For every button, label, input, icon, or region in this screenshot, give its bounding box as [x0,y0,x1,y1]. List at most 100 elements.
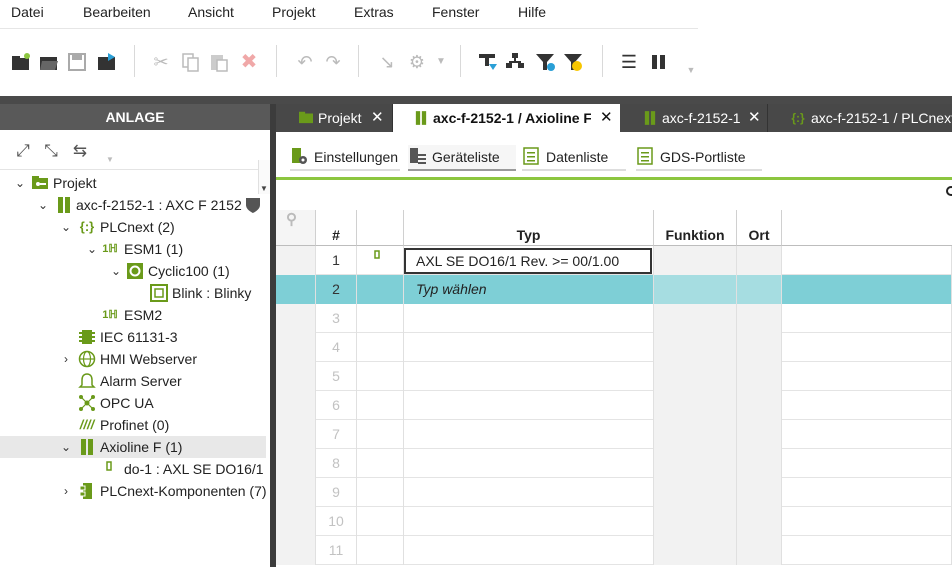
cell-empty[interactable] [782,420,952,449]
cell-funktion[interactable] [654,362,737,391]
cell-typ[interactable] [404,420,654,449]
cell-empty[interactable] [782,362,952,391]
cell-empty[interactable] [782,507,952,536]
cell-ort[interactable] [737,478,782,507]
grid-corner[interactable]: ⚲ [276,210,316,246]
column-header-funktion[interactable]: Funktion [654,210,737,246]
chevron-down-icon[interactable]: ⌄ [14,172,26,194]
close-icon[interactable]: ✕ [748,104,761,132]
cell-funktion[interactable] [654,246,737,275]
tree-item-profinet[interactable]: //// Profinet (0) [0,414,266,436]
cell-num[interactable]: 11 [316,536,357,565]
row-selector[interactable] [276,507,316,536]
cell-num[interactable]: 4 [316,333,357,362]
cut-icon[interactable]: ✂ [150,51,172,73]
save-icon[interactable] [66,51,88,73]
paste-icon[interactable] [208,51,230,73]
tree-item-alarm[interactable]: Alarm Server [0,370,266,392]
row-selector[interactable] [276,391,316,420]
cell-typ[interactable] [404,478,654,507]
copy-icon[interactable] [180,51,202,73]
cell-funktion[interactable] [654,507,737,536]
table-row[interactable]: 8 [276,449,952,478]
cell-funktion[interactable] [654,536,737,565]
cell-ort[interactable] [737,449,782,478]
tree-item-esm2[interactable]: 1ℍ ESM2 [0,304,266,326]
connect-icon[interactable]: ↘ [376,51,398,73]
chevron-right-icon[interactable]: › [60,348,72,370]
collapse-all-icon[interactable]: ⤡ [41,141,61,161]
cell-empty[interactable] [782,304,952,333]
cell-icon[interactable] [357,536,404,565]
cell-icon[interactable] [357,420,404,449]
cell-icon[interactable] [357,449,404,478]
close-icon[interactable]: ✕ [371,104,384,132]
menu-projekt[interactable]: Projekt [272,4,316,20]
tree-toolbar-overflow-icon[interactable]: ▼ [100,150,120,170]
table-row[interactable]: 7 [276,420,952,449]
cell-num[interactable]: 8 [316,449,357,478]
cell-typ[interactable] [404,536,654,565]
column-header-icon[interactable] [357,210,404,246]
cell-num[interactable]: 1 [316,246,357,275]
delete-icon[interactable]: ✖ [238,51,260,73]
cell-num[interactable]: 6 [316,391,357,420]
filter-network-icon[interactable] [476,51,498,73]
cell-funktion[interactable] [654,420,737,449]
cell-ort[interactable] [737,362,782,391]
cell-funktion[interactable] [654,304,737,333]
cell-num[interactable]: 10 [316,507,357,536]
cell-ort[interactable] [737,420,782,449]
table-row[interactable]: 10 [276,507,952,536]
tree-item-cyclic100[interactable]: ⌄ Cyclic100 (1) [0,260,266,282]
pin-icon[interactable]: ⚲ [286,210,297,230]
menu-bearbeiten[interactable]: Bearbeiten [83,4,151,20]
swap-icon[interactable]: ⇆ [70,141,90,161]
table-row[interactable]: 5 [276,362,952,391]
cell-typ[interactable] [404,507,654,536]
tab-plcnext[interactable]: {:} axc-f-2152-1 / PLCnext [768,104,952,132]
cell-ort[interactable] [737,333,782,362]
tab-projekt[interactable]: Projekt ✕ [276,104,393,132]
cell-typ[interactable]: AXL SE DO16/1 Rev. >= 00/1.00 [404,246,654,275]
tree-item-hmi[interactable]: › HMI Webserver [0,348,266,370]
cell-empty[interactable] [782,275,952,304]
row-selector[interactable] [276,362,316,391]
tree-item-opcua[interactable]: OPC UA [0,392,266,414]
cell-icon[interactable] [357,507,404,536]
row-selector[interactable] [276,449,316,478]
chevron-down-icon[interactable]: ▼ [430,51,452,73]
table-row[interactable]: 4 [276,333,952,362]
open-project-icon[interactable] [38,51,60,73]
new-project-icon[interactable] [10,51,32,73]
close-icon[interactable]: ✕ [600,104,613,132]
cell-num[interactable]: 5 [316,362,357,391]
menu-extras[interactable]: Extras [354,4,394,20]
cell-ort[interactable] [737,246,782,275]
row-selector[interactable] [276,420,316,449]
row-selector[interactable] [276,536,316,565]
tree-item-esm1[interactable]: ⌄ 1ℍ ESM1 (1) [0,238,266,260]
cell-icon[interactable] [357,362,404,391]
filter-safety-icon[interactable] [562,51,584,73]
cell-icon[interactable] [357,478,404,507]
tree-item-controller[interactable]: ⌄ axc-f-2152-1 : AXC F 2152 [0,194,266,216]
cell-num[interactable]: 2 [316,275,357,304]
cell-empty[interactable] [782,246,952,275]
tree-item-projekt[interactable]: ⌄ Projekt [0,172,266,194]
column-view-icon[interactable] [648,51,670,73]
cell-typ[interactable] [404,304,654,333]
cell-icon[interactable] [357,391,404,420]
column-header-ort[interactable]: Ort [737,210,782,246]
table-row[interactable]: 1 AXL SE DO16/1 Rev. >= 00/1.00 [276,246,952,275]
cell-ort[interactable] [737,391,782,420]
tree-item-do1[interactable]: do-1 : AXL SE DO16/1 [0,458,266,480]
row-selector[interactable] [276,246,316,275]
cell-funktion[interactable] [654,478,737,507]
cell-typ[interactable] [404,362,654,391]
row-selector[interactable] [276,478,316,507]
subtab-datenliste[interactable]: Datenliste [522,145,626,171]
cell-typ[interactable] [404,449,654,478]
table-row[interactable]: 11 [276,536,952,565]
tab-controller[interactable]: axc-f-2152-1 ✕ [620,104,768,132]
